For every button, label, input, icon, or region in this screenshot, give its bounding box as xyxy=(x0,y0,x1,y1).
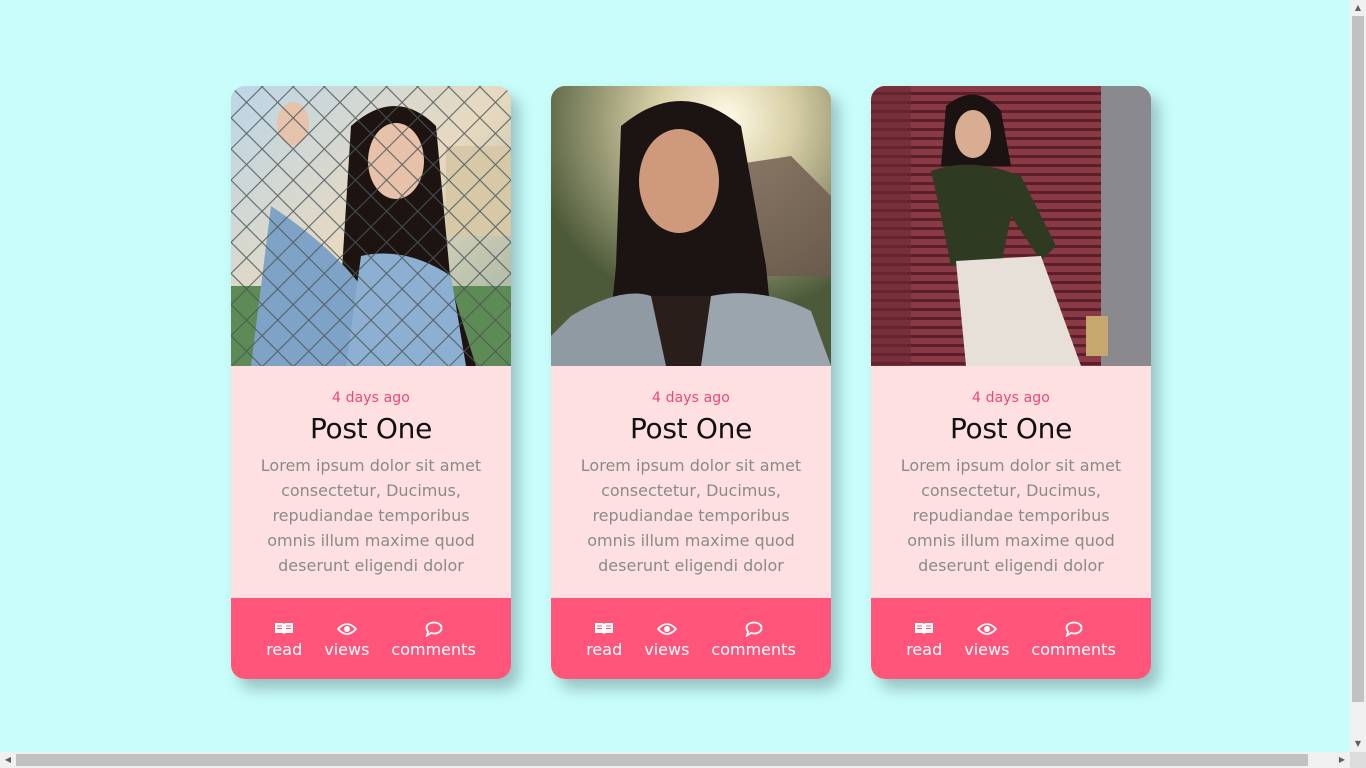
comments-button[interactable]: comments xyxy=(1020,620,1126,659)
page-viewport: 4 days ago Post One Lorem ipsum dolor si… xyxy=(0,0,1350,752)
read-button[interactable]: read xyxy=(895,620,953,659)
card-body: 4 days ago Post One Lorem ipsum dolor si… xyxy=(871,366,1151,598)
comments-button[interactable]: comments xyxy=(380,620,486,659)
post-title[interactable]: Post One xyxy=(231,412,511,445)
post-date: 4 days ago xyxy=(652,390,730,406)
scroll-up-arrow-icon[interactable]: ▲ xyxy=(1350,0,1366,16)
views-label: views xyxy=(964,640,1010,659)
post-date: 4 days ago xyxy=(972,390,1050,406)
read-label: read xyxy=(266,640,303,659)
card-footer: read views comments xyxy=(551,598,831,679)
views-label: views xyxy=(644,640,690,659)
views-button[interactable]: views xyxy=(633,620,700,659)
post-card[interactable]: 4 days ago Post One Lorem ipsum dolor si… xyxy=(551,86,831,679)
book-open-icon xyxy=(274,620,294,638)
scroll-down-arrow-icon[interactable]: ▼ xyxy=(1350,736,1366,752)
comments-label: comments xyxy=(1031,640,1116,659)
post-photo xyxy=(551,86,831,366)
speech-bubble-icon xyxy=(1065,620,1083,638)
photo-woman-fence xyxy=(231,86,511,366)
read-button[interactable]: read xyxy=(255,620,313,659)
post-excerpt: Lorem ipsum dolor sit amet consectetur, … xyxy=(580,456,802,575)
card-body: 4 days ago Post One Lorem ipsum dolor si… xyxy=(231,366,511,598)
card-footer: read views comments xyxy=(231,598,511,679)
read-label: read xyxy=(586,640,623,659)
speech-bubble-icon xyxy=(425,620,443,638)
post-title[interactable]: Post One xyxy=(871,412,1151,445)
comments-label: comments xyxy=(391,640,476,659)
vertical-scroll-thumb[interactable] xyxy=(1352,16,1364,702)
post-photo xyxy=(871,86,1151,366)
post-card[interactable]: 4 days ago Post One Lorem ipsum dolor si… xyxy=(871,86,1151,679)
comments-label: comments xyxy=(711,640,796,659)
views-button[interactable]: views xyxy=(953,620,1020,659)
post-title[interactable]: Post One xyxy=(551,412,831,445)
photo-woman-shutter xyxy=(871,86,1151,366)
scroll-left-arrow-icon[interactable]: ◀ xyxy=(0,752,16,768)
post-excerpt: Lorem ipsum dolor sit amet consectetur, … xyxy=(900,456,1122,575)
read-label: read xyxy=(906,640,943,659)
card-footer: read views comments xyxy=(871,598,1151,679)
scroll-right-arrow-icon[interactable]: ▶ xyxy=(1334,752,1350,768)
post-excerpt: Lorem ipsum dolor sit amet consectetur, … xyxy=(260,456,482,575)
vertical-scrollbar[interactable]: ▲ ▼ xyxy=(1350,0,1366,752)
views-label: views xyxy=(324,640,370,659)
photo-woman-denim xyxy=(551,86,831,366)
book-open-icon xyxy=(594,620,614,638)
speech-bubble-icon xyxy=(745,620,763,638)
eye-icon xyxy=(976,620,997,638)
read-button[interactable]: read xyxy=(575,620,633,659)
card-list: 4 days ago Post One Lorem ipsum dolor si… xyxy=(231,86,1151,679)
book-open-icon xyxy=(914,620,934,638)
eye-icon xyxy=(656,620,677,638)
comments-button[interactable]: comments xyxy=(700,620,806,659)
horizontal-scrollbar[interactable]: ◀ ▶ xyxy=(0,752,1350,768)
card-body: 4 days ago Post One Lorem ipsum dolor si… xyxy=(551,366,831,598)
horizontal-scroll-thumb[interactable] xyxy=(16,754,1308,766)
post-date: 4 days ago xyxy=(332,390,410,406)
post-photo xyxy=(231,86,511,366)
scrollbar-corner xyxy=(1350,752,1366,768)
post-card[interactable]: 4 days ago Post One Lorem ipsum dolor si… xyxy=(231,86,511,679)
eye-icon xyxy=(336,620,357,638)
views-button[interactable]: views xyxy=(313,620,380,659)
